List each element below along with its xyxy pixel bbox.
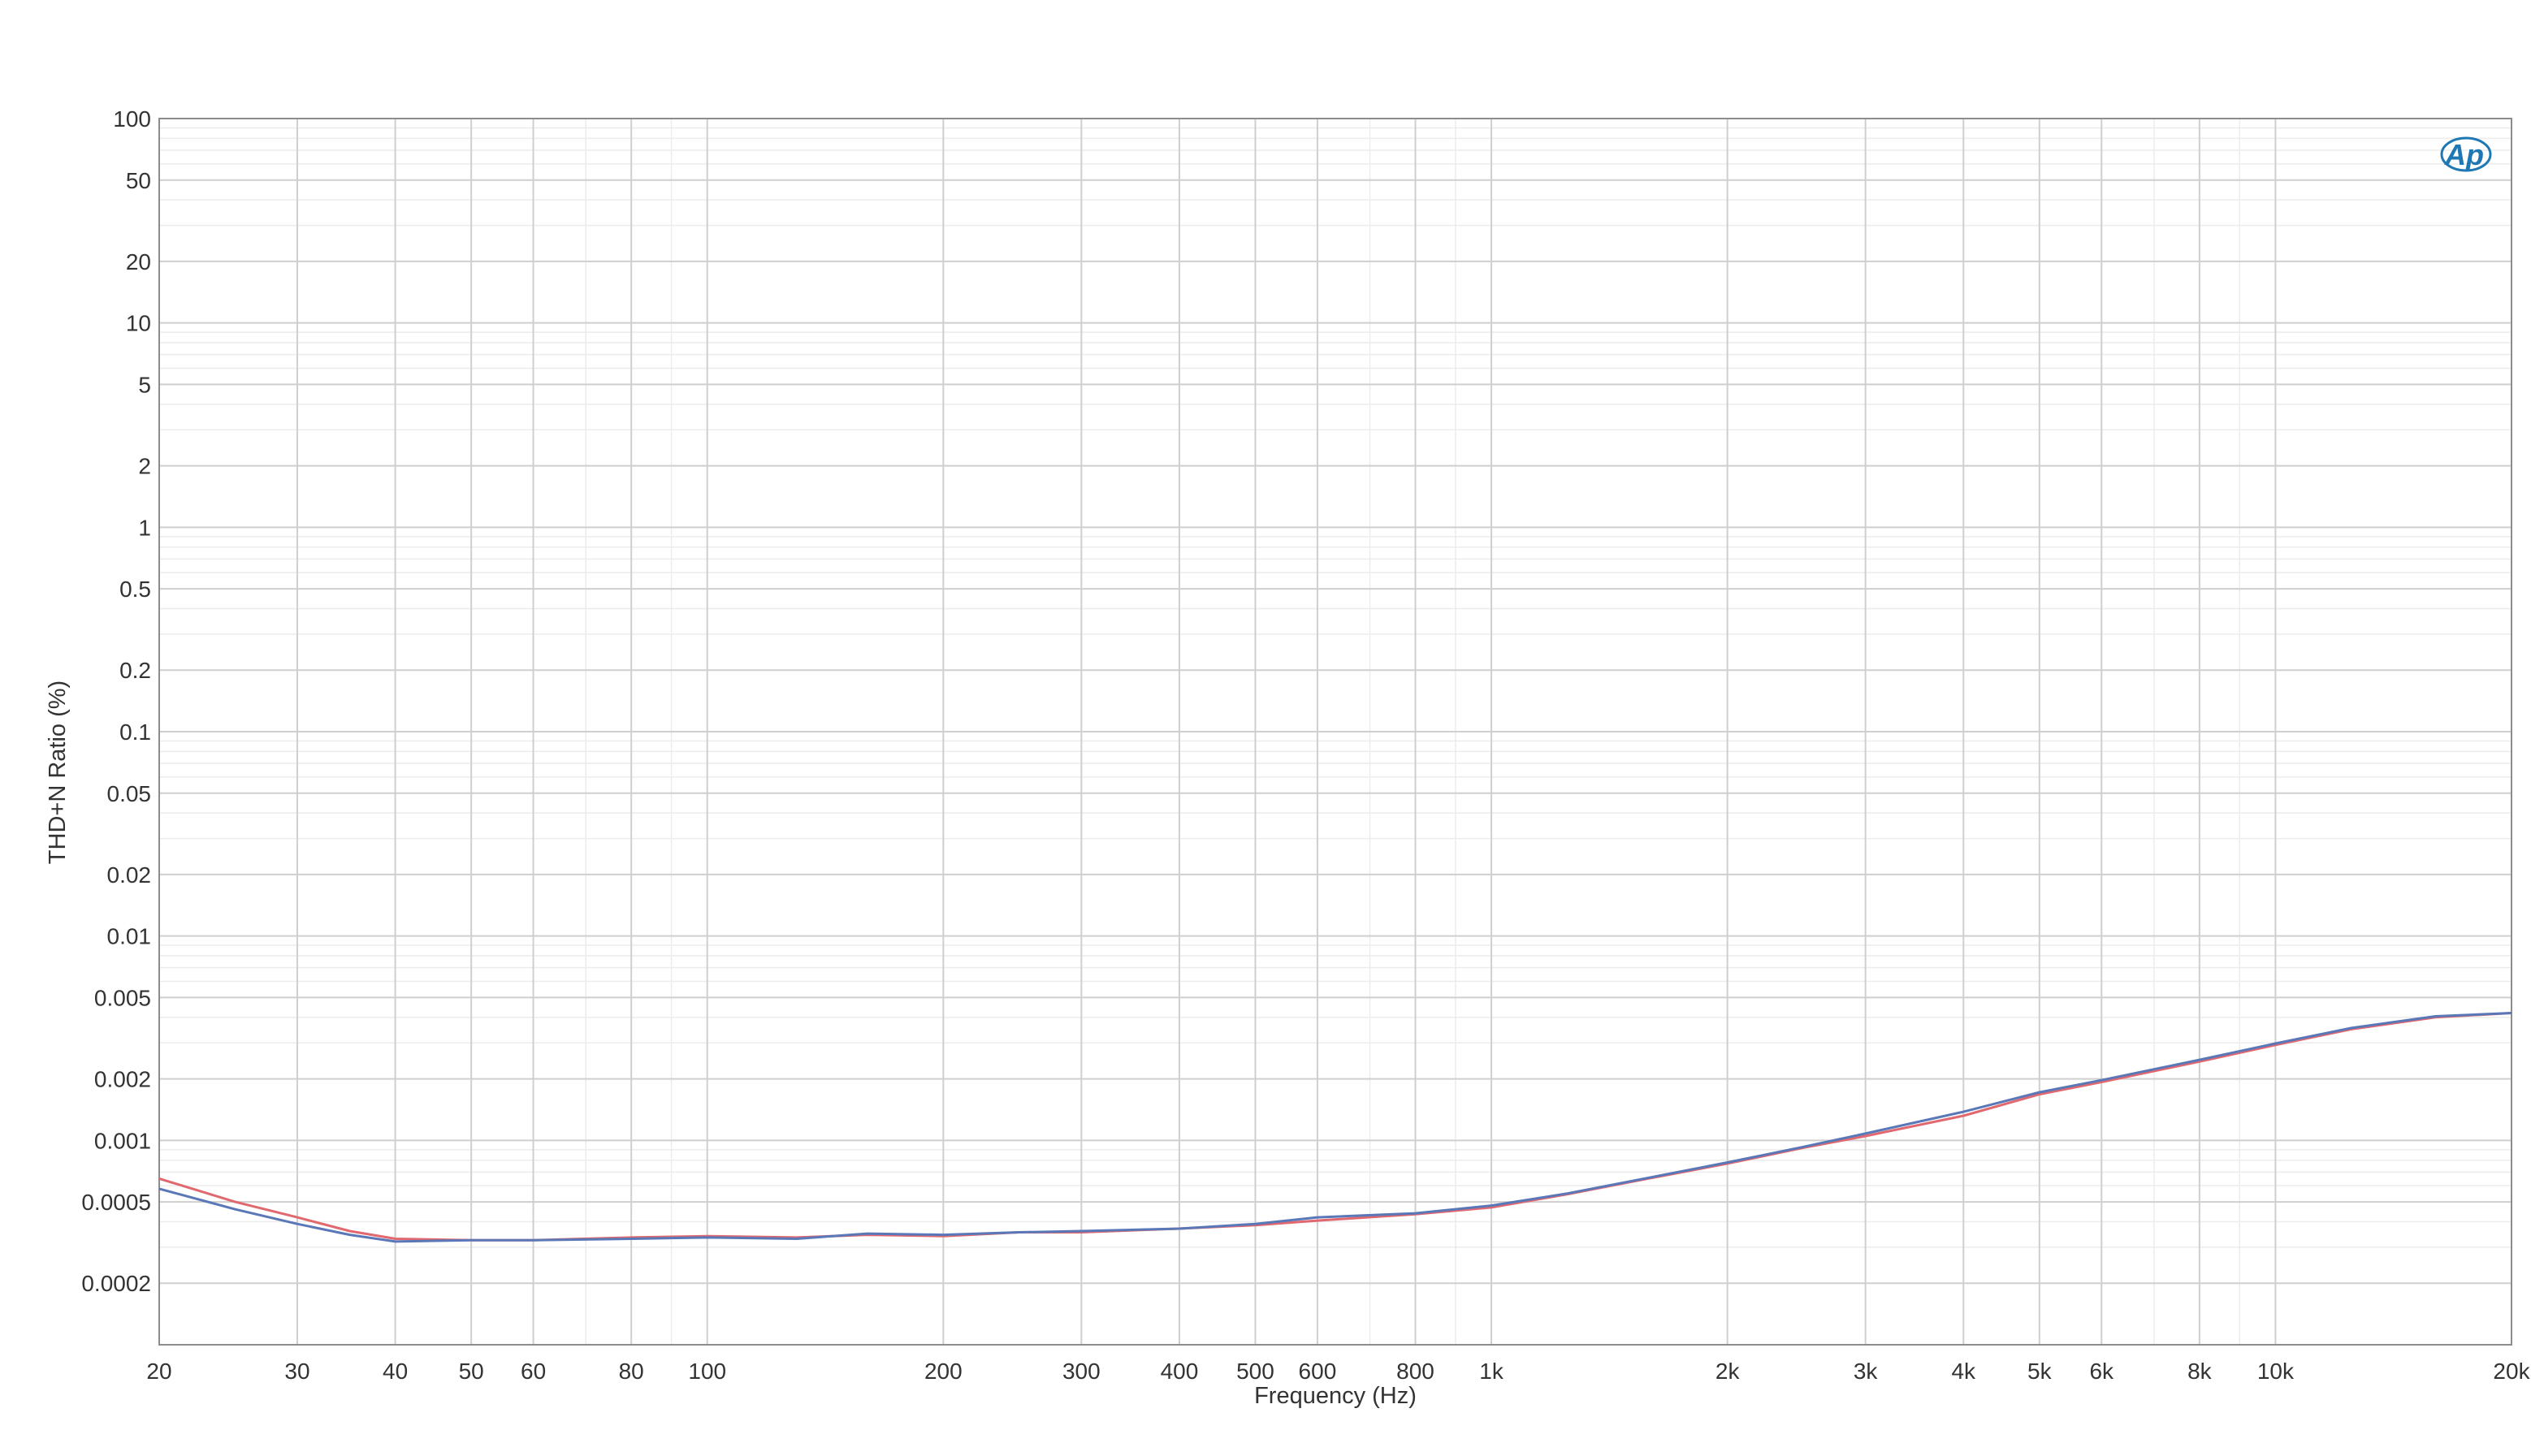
y-tick-label: 0.5 [119, 577, 151, 602]
x-tick-label: 2k [1715, 1359, 1741, 1384]
y-tick-label: 0.01 [107, 924, 152, 949]
x-tick-label: 20 [146, 1359, 171, 1384]
x-tick-label: 50 [459, 1359, 484, 1384]
x-tick-label: 4k [1951, 1359, 1976, 1384]
x-tick-label: 200 [924, 1359, 963, 1384]
y-tick-label: 0.001 [94, 1128, 151, 1153]
chart-svg: 20 30 40 50 60 80 100 200 300 400 500 600 800 1k 2k 3k 4… [0, 0, 2531, 1456]
y-tick-label: 0.2 [119, 658, 151, 683]
thd-n-chart: 20 30 40 50 60 80 100 200 300 400 500 600 800 1k 2k 3k 4… [0, 0, 2531, 1456]
y-tick-label: 100 [113, 106, 151, 132]
x-tick-label: 500 [1236, 1359, 1274, 1384]
x-tick-label: 400 [1161, 1359, 1199, 1384]
ap-logo-text: Ap [2444, 138, 2484, 171]
y-tick-label: 0.002 [94, 1067, 151, 1092]
x-tick-label: 8k [2187, 1359, 2213, 1384]
y-tick-label: 0.0005 [81, 1190, 151, 1215]
x-tick-label: 30 [284, 1359, 309, 1384]
x-tick-label: 800 [1396, 1359, 1434, 1384]
x-tick-label: 80 [619, 1359, 644, 1384]
x-tick-label: 10k [2257, 1359, 2295, 1384]
y-tick-label: 50 [126, 168, 151, 193]
x-tick-label: 300 [1062, 1359, 1101, 1384]
x-tick-label: 100 [688, 1359, 726, 1384]
y-tick-label: 0.0002 [81, 1271, 151, 1296]
y-tick-label: 20 [126, 249, 151, 274]
x-tick-label: 3k [1854, 1359, 1879, 1384]
y-axis-title: THD+N Ratio (%) [45, 680, 71, 864]
x-tick-label: 60 [521, 1359, 546, 1384]
y-tick-label: 10 [126, 311, 151, 336]
y-tick-label: 0.1 [119, 719, 151, 745]
x-tick-label: 6k [2089, 1359, 2114, 1384]
chart-background [0, 0, 2531, 1456]
x-axis-title: Frequency (Hz) [1254, 1383, 1417, 1409]
y-tick-label: 0.005 [94, 985, 151, 1010]
y-tick-label: 0.02 [107, 862, 152, 888]
x-tick-label: 600 [1299, 1359, 1337, 1384]
x-tick-label: 20k [2493, 1359, 2530, 1384]
y-tick-label: 2 [138, 454, 151, 479]
x-tick-label: 5k [2027, 1359, 2053, 1384]
ap-logo-icon: Ap [2440, 136, 2492, 172]
y-tick-label: 5 [138, 372, 151, 397]
x-tick-label: 1k [1479, 1359, 1504, 1384]
x-tick-label: 40 [383, 1359, 408, 1384]
y-tick-label: 1 [138, 515, 151, 540]
y-tick-label: 0.05 [107, 781, 152, 806]
